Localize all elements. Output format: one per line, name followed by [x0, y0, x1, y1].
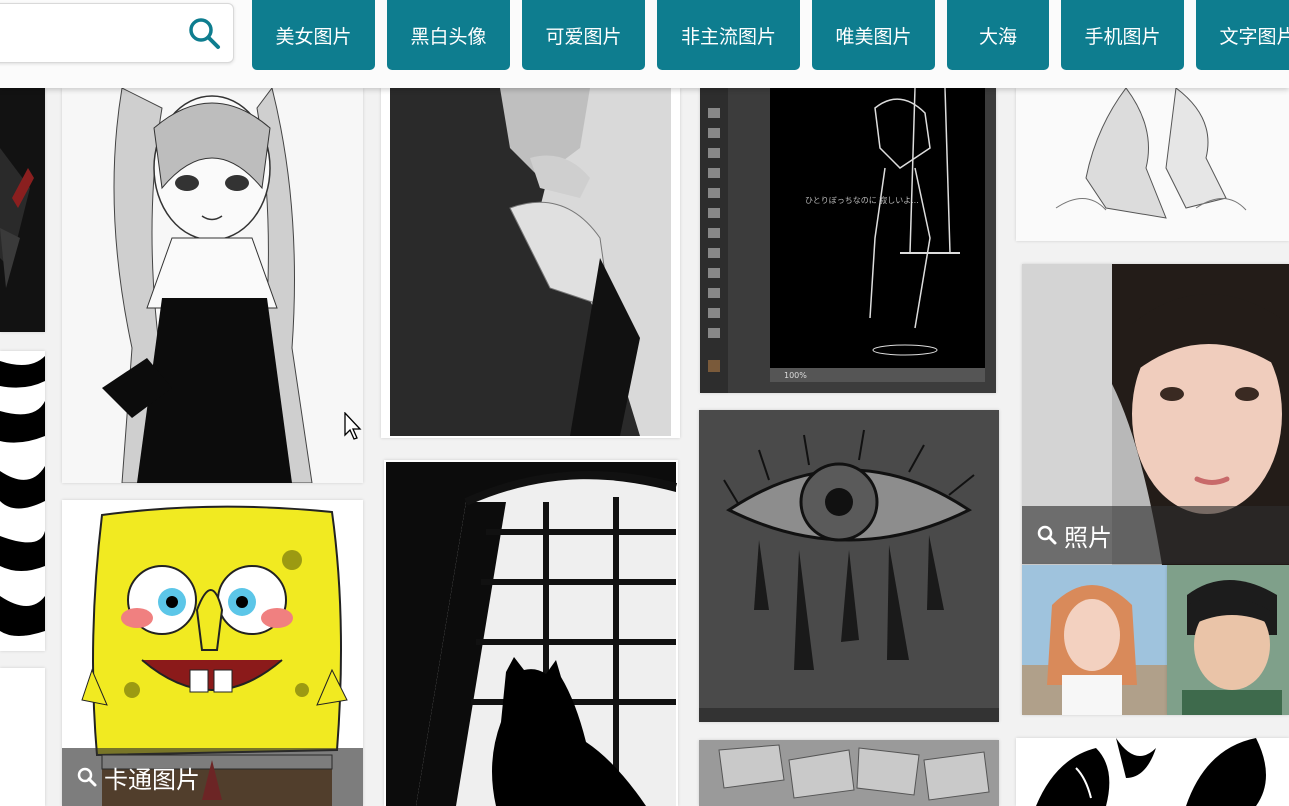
category-overlay-cartoon[interactable]: 卡通图片 — [62, 748, 363, 806]
image-tile-blank[interactable] — [0, 668, 45, 806]
image-tile-photo-boy[interactable] — [1167, 565, 1289, 715]
search-button[interactable] — [185, 14, 225, 54]
category-button-aesthetic[interactable]: 唯美图片 — [812, 0, 935, 70]
image-tile-photo-pink-hair[interactable] — [1022, 565, 1167, 715]
image-tile-flower-lineart[interactable] — [1016, 738, 1289, 806]
photo-label: 照片 — [1064, 523, 1112, 552]
image-tile-cat-window[interactable] — [384, 460, 678, 806]
search-icon — [77, 767, 97, 787]
image-tile-anime-girl[interactable] — [62, 88, 363, 483]
category-button-text[interactable]: 文字图片 — [1196, 0, 1289, 70]
search-box — [0, 3, 234, 63]
category-button-cute[interactable]: 可爱图片 — [522, 0, 645, 70]
image-tile-anime-sketch[interactable] — [1016, 88, 1289, 241]
image-tile-photoshop-swing[interactable]: ひとりぼっちなのに 寂しいよ... 100% — [700, 88, 996, 393]
image-gallery-page: 美女图片 黑白头像 可爱图片 非主流图片 唯美图片 大海 手机图片 文字图片 卡… — [0, 0, 1289, 806]
tutorial-caption: ひとりぼっちなのに 寂しいよ... — [805, 195, 919, 205]
top-bar: 美女图片 黑白头像 可爱图片 非主流图片 唯美图片 大海 手机图片 文字图片 — [0, 0, 1289, 88]
image-tile-envelopes[interactable] — [699, 740, 999, 806]
category-button-beauty[interactable]: 美女图片 — [252, 0, 375, 70]
category-button-black-white-avatar[interactable]: 黑白头像 — [387, 0, 510, 70]
cartoon-label: 卡通图片 — [104, 765, 200, 794]
image-tile-zebra-pattern[interactable] — [0, 351, 45, 651]
zoom-level: 100% — [784, 371, 807, 380]
image-tile-eye-sketch[interactable] — [699, 410, 999, 722]
category-button-mobile[interactable]: 手机图片 — [1061, 0, 1184, 70]
mouse-cursor-icon — [344, 412, 362, 440]
image-tile-photo-woman[interactable]: 照片 — [1022, 264, 1289, 565]
image-tile-spongebob[interactable]: 卡通图片 — [62, 500, 363, 806]
search-icon — [1037, 525, 1057, 545]
search-icon — [189, 18, 220, 49]
category-button-non-mainstream[interactable]: 非主流图片 — [657, 0, 800, 70]
category-button-sea[interactable]: 大海 — [947, 0, 1049, 70]
category-overlay-photo[interactable]: 照片 — [1022, 506, 1289, 564]
image-tile-dark-anime[interactable] — [0, 88, 45, 332]
search-input[interactable] — [5, 18, 165, 48]
image-tile-girl-portrait[interactable] — [381, 88, 680, 438]
